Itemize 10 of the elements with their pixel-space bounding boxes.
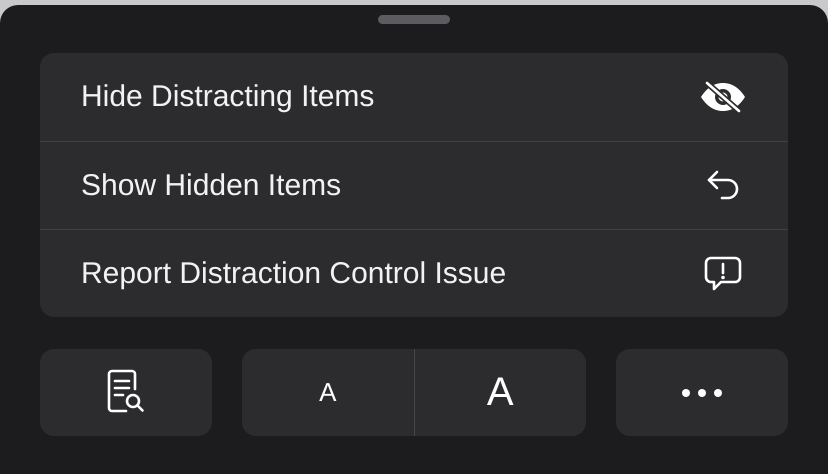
menu-item[interactable]: Hide Distracting Items xyxy=(40,53,788,141)
grabber-handle[interactable] xyxy=(378,15,450,24)
menu-item[interactable]: Report Distraction Control Issue xyxy=(40,229,788,317)
undo-arrow-icon xyxy=(706,170,740,202)
increase-text-size-button[interactable]: A xyxy=(414,349,586,436)
speech-bubble-alert-icon xyxy=(704,256,742,292)
eye-slash-icon xyxy=(699,81,747,113)
ellipsis-icon xyxy=(681,388,723,398)
reader-button[interactable] xyxy=(40,349,212,436)
menu-item[interactable]: Show Hidden Items xyxy=(40,141,788,229)
